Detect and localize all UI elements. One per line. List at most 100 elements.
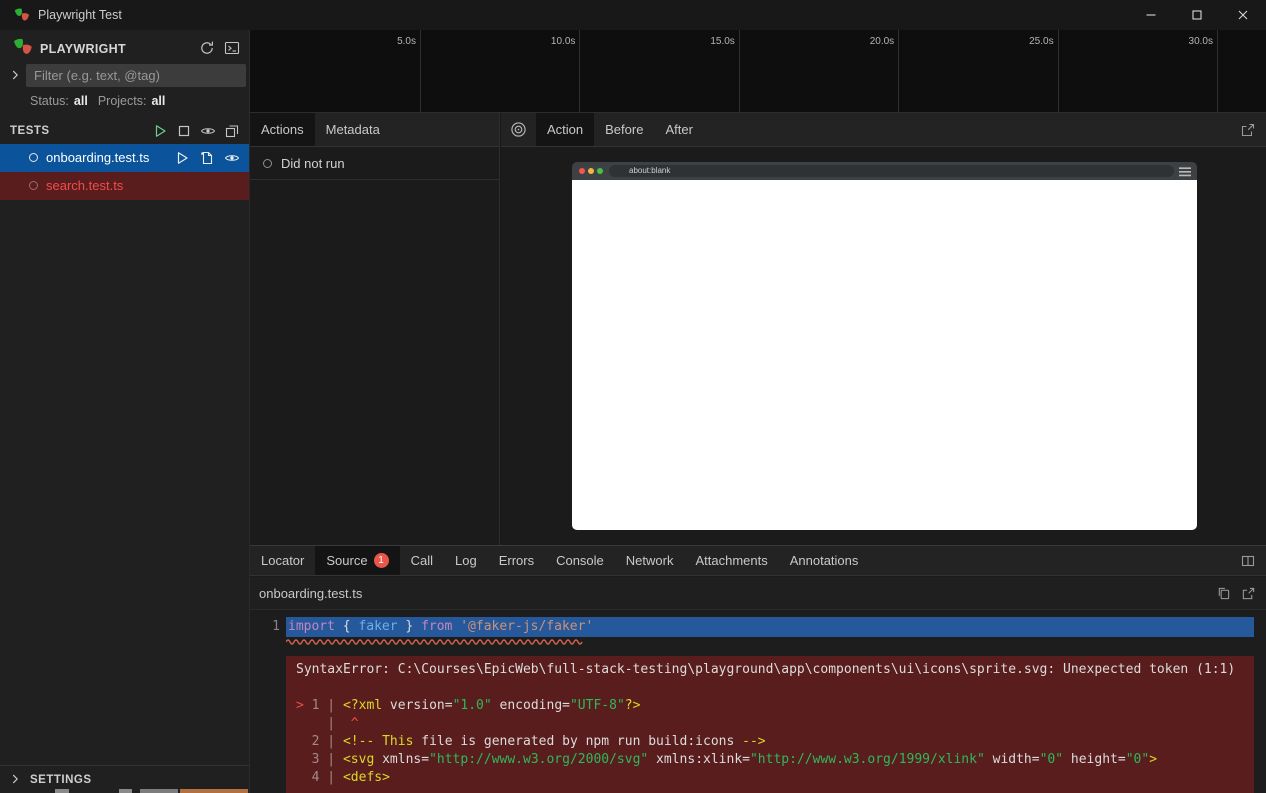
timeline-tick-label: 20.0s [838, 36, 894, 47]
timeline-tick-label: 15.0s [679, 36, 735, 47]
pick-locator-target-icon[interactable] [510, 121, 527, 138]
test-file-name: search.test.ts [46, 172, 123, 200]
actions-tab-metadata[interactable]: Metadata [315, 113, 391, 146]
test-file-row-search[interactable]: search.test.ts [0, 172, 249, 200]
trace-timeline[interactable]: 5.0s10.0s15.0s20.0s25.0s30.0s [250, 30, 1266, 113]
filter-status-line: Status: all Projects: all [30, 90, 175, 112]
browser-snapshot-window: about:blank [572, 162, 1197, 530]
minimize-button[interactable] [1128, 0, 1174, 30]
timeline-tick-label: 30.0s [1157, 36, 1213, 47]
syntax-error-box: SyntaxError: C:\Courses\EpicWeb\full-sta… [286, 656, 1254, 793]
watch-all-icon[interactable] [200, 123, 216, 139]
details-tab-log[interactable]: Log [444, 546, 488, 575]
stop-icon[interactable] [176, 123, 192, 139]
code-token: height= [1063, 752, 1126, 767]
copy-icon[interactable] [1216, 586, 1231, 601]
timeline-gridline [420, 30, 421, 112]
details-tab-call[interactable]: Call [400, 546, 444, 575]
playwright-logo-icon [13, 37, 33, 57]
close-button[interactable] [1220, 0, 1266, 30]
details-tab-locator[interactable]: Locator [250, 546, 315, 575]
open-snapshot-external-icon[interactable] [1240, 122, 1256, 138]
tab-label: Action [547, 122, 583, 137]
tab-label: After [665, 122, 692, 137]
code-token: | [296, 716, 351, 731]
code-token: 2 | [296, 734, 343, 749]
maximize-traffic-light-icon [597, 168, 603, 174]
test-status-circle-icon [29, 181, 38, 190]
code-token: from [421, 619, 452, 634]
error-line: | ^ [296, 715, 1254, 733]
code-token: faker [358, 619, 397, 634]
tab-label: Network [626, 553, 674, 568]
action-list-item[interactable]: Did not run [250, 147, 499, 180]
page-url: about:blank [629, 165, 670, 177]
open-source-external-icon[interactable] [1241, 586, 1256, 601]
run-test-icon[interactable] [174, 150, 190, 166]
code-token: "0" [1040, 752, 1063, 767]
code-token: } [398, 619, 421, 634]
tab-label: Attachments [695, 553, 767, 568]
snapshot-tab-before[interactable]: Before [594, 113, 654, 146]
terminal-icon[interactable] [224, 40, 240, 56]
playwright-trace-viewer-window: Playwright Test PLAYWRIGHT [0, 0, 1266, 793]
actions-tabbar: Actions Metadata [250, 113, 499, 147]
error-line [296, 679, 1254, 697]
timeline-gridline [898, 30, 899, 112]
code-token: "http://www.w3.org/1999/xlink" [750, 752, 985, 767]
code-token: { [335, 619, 358, 634]
close-traffic-light-icon [579, 168, 585, 174]
code-token: > [296, 698, 312, 713]
code-token: encoding= [492, 698, 570, 713]
code-token: xmlns= [374, 752, 429, 767]
collapse-all-icon[interactable] [224, 123, 240, 139]
test-status-circle-icon [29, 153, 38, 162]
snapshot-tab-action[interactable]: Action [536, 113, 594, 146]
details-tab-errors[interactable]: Errors [488, 546, 545, 575]
details-tab-attachments[interactable]: Attachments [684, 546, 778, 575]
code-token: 4 | [296, 770, 343, 785]
code-token: 1 | [312, 698, 343, 713]
details-tabbar: LocatorSource1 Call LogErrors Console Networ… [250, 546, 1266, 576]
tab-label: Call [411, 553, 433, 568]
action-status-text: Did not run [281, 156, 345, 171]
refresh-icon[interactable] [199, 40, 215, 56]
code-token: file is generated by npm run build:icons [413, 734, 742, 749]
chevron-right-icon[interactable] [8, 68, 22, 82]
tests-section-header: TESTS [0, 118, 249, 144]
details-tab-annotations[interactable]: Annotations [779, 546, 870, 575]
timeline-tick-label: 25.0s [998, 36, 1054, 47]
action-status-circle-icon [263, 159, 272, 168]
test-file-name: onboarding.test.ts [46, 144, 149, 172]
projects-value[interactable]: all [151, 94, 165, 108]
filter-input[interactable] [26, 64, 246, 87]
details-tab-console[interactable]: Console [545, 546, 615, 575]
details-tab-network[interactable]: Network [615, 546, 685, 575]
watch-test-icon[interactable] [224, 150, 240, 166]
sidebar-header: PLAYWRIGHT [0, 34, 249, 62]
show-source-icon[interactable] [199, 150, 215, 166]
snapshot-page-body[interactable] [572, 180, 1197, 530]
tab-label: Console [556, 553, 604, 568]
projects-label: Projects: [98, 94, 147, 108]
code-token: ^ [351, 716, 359, 731]
status-value[interactable]: all [74, 94, 88, 108]
tab-error-badge: 1 [374, 553, 389, 568]
code-token: > [1149, 752, 1157, 767]
timeline-gridline [579, 30, 580, 112]
code-token: <!-- This [343, 734, 413, 749]
details-tab-source[interactable]: Source1 [315, 546, 399, 575]
maximize-button[interactable] [1174, 0, 1220, 30]
snapshot-tab-after[interactable]: After [654, 113, 703, 146]
test-file-row-onboarding[interactable]: onboarding.test.ts [0, 144, 249, 172]
status-label: Status: [30, 94, 69, 108]
actions-tab-actions[interactable]: Actions [250, 113, 315, 146]
tab-label: Metadata [326, 122, 380, 137]
source-file-name: onboarding.test.ts [259, 586, 362, 601]
split-view-icon[interactable] [1240, 553, 1256, 569]
code-token: "0" [1126, 752, 1149, 767]
run-all-icon[interactable] [152, 123, 168, 139]
chevron-right-icon [8, 772, 22, 786]
code-token: SyntaxError: C:\Courses\EpicWeb\full-sta… [296, 662, 1235, 677]
minimize-traffic-light-icon [588, 168, 594, 174]
